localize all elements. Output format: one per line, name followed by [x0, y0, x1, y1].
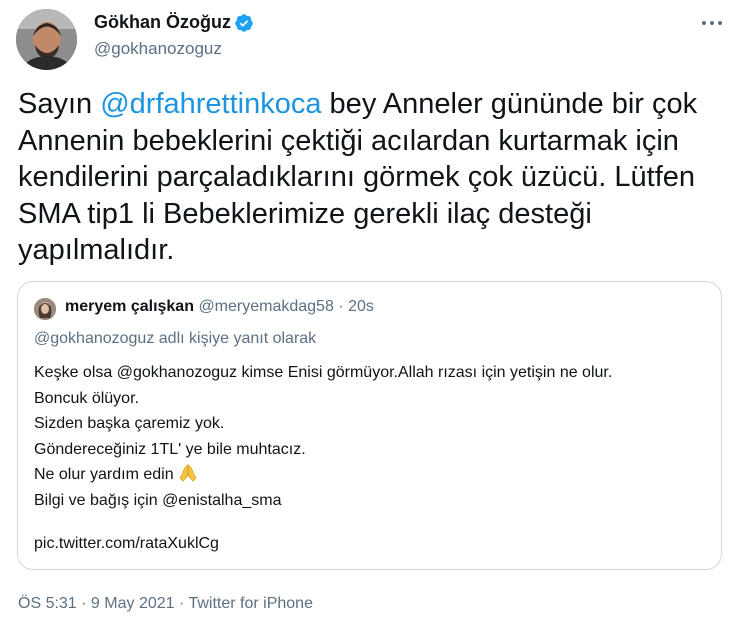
separator: ·	[76, 595, 91, 612]
separator: ·	[333, 298, 349, 315]
tweet-time[interactable]: ÖS 5:31	[18, 595, 77, 612]
quoted-line: Keşke olsa @gokhanozoguz kimse Enisi gör…	[34, 364, 613, 381]
more-options-icon[interactable]	[699, 12, 725, 34]
tweet-text: Sayın @drfahrettinkoca bey Anneler günün…	[18, 86, 718, 269]
tweet-timestamp: ÖS 5:31 · 9 May 2021 · Twitter for iPhon…	[18, 595, 313, 613]
quoted-line: Ne olur yardım edin	[34, 466, 174, 483]
tweet-card: Gökhan Özoğuz @gokhanozoguz Sayın @drfah…	[0, 0, 743, 629]
dot	[710, 21, 714, 25]
quoted-line-with-emoji: Ne olur yardım edin	[34, 462, 612, 488]
author-avatar[interactable]	[16, 9, 77, 70]
mention-link[interactable]: @drfahrettinkoca	[100, 88, 321, 120]
quoted-author-avatar	[34, 298, 56, 320]
praying-hands-icon	[179, 464, 197, 482]
author-handle[interactable]: @gokhanozoguz	[94, 39, 222, 59]
quoted-line: Sizden başka çaremiz yok.	[34, 415, 225, 432]
tweet-date[interactable]: 9 May 2021	[91, 595, 175, 612]
tweet-text-prefix: Sayın	[18, 88, 101, 120]
verified-badge-icon	[235, 13, 253, 32]
quoted-line: Boncuk ölüyor.	[34, 389, 139, 407]
reply-context: @gokhanozoguz adlı kişiye yanıt olarak	[34, 330, 317, 347]
quoted-time: 20s	[348, 298, 374, 315]
quoted-line: Bilgi ve bağış için @enistalha_sma	[34, 491, 282, 509]
profile-photo	[16, 9, 77, 70]
quoted-author-handle: @meryemakdag58	[198, 298, 334, 315]
separator: ·	[174, 595, 189, 612]
media-link[interactable]: pic.twitter.com/rataXuklCg	[34, 535, 219, 553]
quoted-text: Keşke olsa @gokhanozoguz kimse Enisi gör…	[34, 360, 612, 513]
dot	[702, 21, 706, 25]
author-display-name[interactable]: Gökhan Özoğuz	[94, 12, 231, 33]
quoted-profile-photo	[34, 298, 56, 320]
quoted-tweet[interactable]: meryem çalışkan @meryemakdag58 · 20s @go…	[17, 281, 722, 570]
quoted-header: meryem çalışkan @meryemakdag58 · 20s	[65, 298, 374, 316]
dot	[718, 21, 722, 25]
quoted-line: Göndereceğiniz 1TL' ye bile muhtacız.	[34, 440, 306, 458]
quoted-author-name: meryem çalışkan	[65, 298, 194, 315]
tweet-source[interactable]: Twitter for iPhone	[188, 595, 313, 612]
